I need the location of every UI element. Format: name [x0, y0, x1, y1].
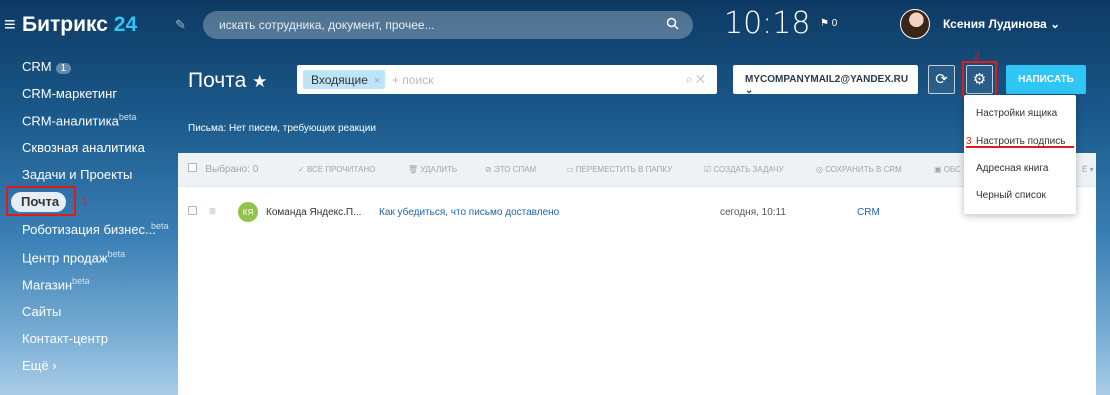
menu-item-blacklist[interactable]: Черный список — [976, 190, 1046, 201]
filter-chip-inbox[interactable]: Входящие × — [303, 70, 385, 89]
mail-list-panel: Выбрано: 0 ✓ ВСЕ ПРОЧИТАНО 🗑 УДАЛИТЬ ⊘ Э… — [178, 153, 1096, 395]
menu-item-address-book[interactable]: Адресная книга — [976, 163, 1048, 174]
sidebar-item-shop[interactable]: Магазинbeta — [22, 276, 90, 292]
avatar[interactable] — [900, 9, 930, 39]
sidebar-item-crm[interactable]: CRM 1 — [22, 59, 72, 74]
pencil-icon[interactable]: ✎ — [175, 17, 186, 33]
mailbox-select[interactable]: MYCOMPANYMAIL2@YANDEX.RU ⌄ — [733, 65, 918, 96]
search-clear-icons[interactable]: ⌕ ✕ — [686, 72, 705, 87]
spam-button[interactable]: ⊘ ЭТО СПАМ — [485, 165, 536, 174]
crm-count-badge: 1 — [55, 63, 72, 74]
menu-icon[interactable]: ≡ — [4, 14, 16, 37]
checkbox[interactable] — [188, 163, 197, 172]
filter-placeholder: + поиск — [392, 73, 434, 87]
write-button[interactable]: НАПИСАТЬ — [1006, 65, 1086, 94]
chevron-down-icon: ⌄ — [1050, 17, 1061, 31]
refresh-icon: ⟳ — [935, 71, 948, 88]
highlight-box-settings — [962, 61, 997, 97]
save-crm-button[interactable]: ◎ СОХРАНИТЬ В CRM — [816, 165, 902, 174]
step-number-1: 1 — [82, 196, 88, 207]
flag-icon: ⚑ — [820, 18, 829, 29]
mail-filter-input[interactable]: Входящие × + поиск ⌕ ✕ — [297, 65, 717, 94]
table-row[interactable]: ≡ КЯ Команда Яндекс.П... Как убедиться, … — [178, 197, 1096, 229]
search-icon[interactable] — [666, 17, 679, 33]
select-all[interactable]: Выбрано: 0 — [188, 163, 258, 175]
user-menu[interactable]: Ксения Лудинова ⌄ — [943, 17, 1060, 31]
mark-all-read-button[interactable]: ✓ ВСЕ ПРОЧИТАНО — [298, 165, 375, 174]
flag-counter[interactable]: ⚑ 0 — [820, 18, 837, 29]
highlight-underline-signature — [966, 146, 1074, 148]
menu-item-mailbox-settings[interactable]: Настройки ящика — [976, 108, 1057, 119]
more-button[interactable]: ▣ ОБС — [934, 165, 961, 174]
row-checkbox[interactable] — [188, 206, 197, 218]
delete-button[interactable]: 🗑 УДАЛИТЬ — [408, 165, 457, 174]
chevron-down-icon: ⌄ — [745, 85, 754, 96]
create-task-button[interactable]: ☑ СОЗДАТЬ ЗАДАЧУ — [704, 165, 784, 174]
message-subject[interactable]: Как убедиться, что письмо доставлено — [379, 207, 559, 218]
step-number-2: 2 — [974, 51, 980, 62]
more-dropdown[interactable]: Ё ▾ — [1082, 165, 1094, 174]
refresh-button[interactable]: ⟳ — [928, 65, 955, 94]
sidebar-item-sites[interactable]: Сайты — [22, 304, 61, 319]
mail-toolbar: Выбрано: 0 ✓ ВСЕ ПРОЧИТАНО 🗑 УДАЛИТЬ ⊘ Э… — [178, 153, 1096, 187]
sidebar-item-analytics[interactable]: Сквозная аналитика — [22, 140, 145, 155]
search-placeholder: искать сотрудника, документ, прочее... — [219, 18, 435, 32]
move-folder-button[interactable]: ▭ ПЕРЕМЕСТИТЬ В ПАПКУ — [566, 165, 672, 174]
page-title: Почта ★ — [188, 69, 268, 92]
highlight-box-mail — [6, 186, 76, 216]
drag-handle-icon[interactable]: ≡ — [209, 204, 216, 218]
sidebar-item-sales-center[interactable]: Центр продажbeta — [22, 249, 125, 265]
global-search-input[interactable]: искать сотрудника, документ, прочее... — [203, 11, 693, 39]
clock: 10:18 — [724, 6, 811, 41]
sender-name[interactable]: Команда Яндекс.П... — [266, 207, 361, 218]
sender-avatar: КЯ — [238, 202, 258, 222]
sidebar-item-crm-analytics[interactable]: CRM-аналитикаbeta — [22, 112, 136, 128]
settings-menu: Настройки ящика Настроить подпись Адресн… — [964, 95, 1076, 214]
sidebar-item-robotization[interactable]: Роботизация бизнес... — [22, 222, 156, 237]
message-date: сегодня, 10:11 — [720, 207, 786, 218]
beta-label: beta — [151, 221, 169, 231]
top-bar: ≡ Битрикс 24 ✎ искать сотрудника, докуме… — [0, 0, 1110, 52]
sidebar-item-contact-center[interactable]: Контакт-центр — [22, 331, 108, 346]
crm-link[interactable]: CRM — [857, 207, 880, 218]
sidebar-item-more[interactable]: Ещё › — [22, 358, 57, 373]
mail-status-text: Письма: Нет писем, требующих реакции — [188, 123, 376, 134]
sidebar-item-crm-marketing[interactable]: CRM-маркетинг — [22, 86, 117, 101]
sidebar-item-tasks[interactable]: Задачи и Проекты — [22, 167, 132, 182]
close-icon[interactable]: × — [374, 75, 380, 87]
star-icon[interactable]: ★ — [252, 72, 267, 91]
logo[interactable]: Битрикс 24 — [22, 13, 137, 37]
